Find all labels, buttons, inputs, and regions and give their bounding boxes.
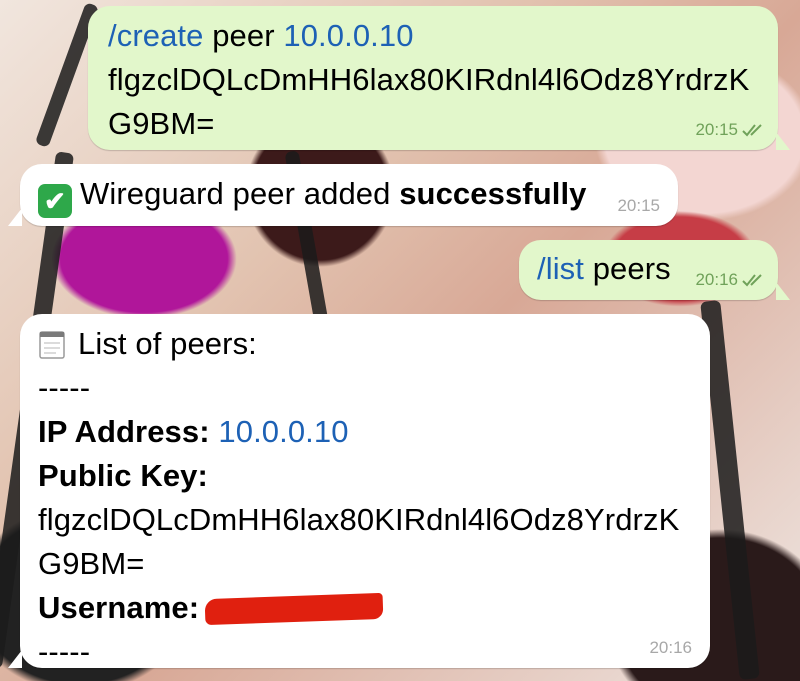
- public-key-line-2: G9BM=: [38, 546, 145, 581]
- command-link-list[interactable]: /list: [537, 251, 584, 286]
- message-text: peers: [592, 251, 671, 286]
- message-time: 20:15: [695, 120, 738, 139]
- message-time: 20:15: [617, 196, 660, 215]
- message-time: 20:16: [695, 270, 738, 289]
- ip-address-link[interactable]: 10.0.0.10: [218, 414, 348, 449]
- notepad-icon: [38, 328, 68, 360]
- divider-text-end: -----: [38, 634, 91, 669]
- message-text-bold: successfully: [399, 176, 587, 211]
- check-mark-button-icon: ✔: [38, 184, 72, 218]
- public-key-line-1: flgzclDQLcDmHH6lax80KIRdnl4l6Odz8YrdrzK: [108, 62, 750, 97]
- public-key-line-2: G9BM=: [108, 106, 215, 141]
- message-bubble-incoming-success[interactable]: ✔ Wireguard peer added successfully 20:15: [8, 164, 678, 226]
- ip-address-label: IP Address:: [38, 414, 210, 449]
- message-meta: 20:16: [695, 270, 764, 290]
- message-meta: 20:16: [649, 638, 692, 658]
- public-key-label: Public Key:: [38, 458, 208, 493]
- message-text: Wireguard peer added: [80, 176, 391, 211]
- command-link-create[interactable]: /create: [108, 18, 203, 53]
- message-text: peer: [212, 18, 275, 53]
- redaction-mark: [204, 592, 384, 626]
- double-check-icon: [742, 123, 764, 137]
- message-bubble-outgoing-create[interactable]: /create peer 10.0.0.10 flgzclDQLcDmHH6la…: [88, 6, 790, 150]
- message-bubble-outgoing-list[interactable]: /list peers 20:16: [519, 240, 790, 300]
- divider-text: -----: [38, 370, 91, 405]
- message-meta: 20:15: [617, 196, 660, 216]
- double-check-icon: [742, 273, 764, 287]
- message-bubble-incoming-peer-list[interactable]: List of peers: ----- IP Address: 10.0.0.…: [8, 314, 710, 669]
- ip-link[interactable]: 10.0.0.10: [283, 18, 413, 53]
- public-key-line-1: flgzclDQLcDmHH6lax80KIRdnl4l6Odz8YrdrzK: [38, 502, 680, 537]
- message-time: 20:16: [649, 638, 692, 657]
- username-label: Username:: [38, 590, 200, 625]
- message-meta: 20:15: [695, 120, 764, 140]
- peer-list-header: List of peers:: [78, 326, 257, 361]
